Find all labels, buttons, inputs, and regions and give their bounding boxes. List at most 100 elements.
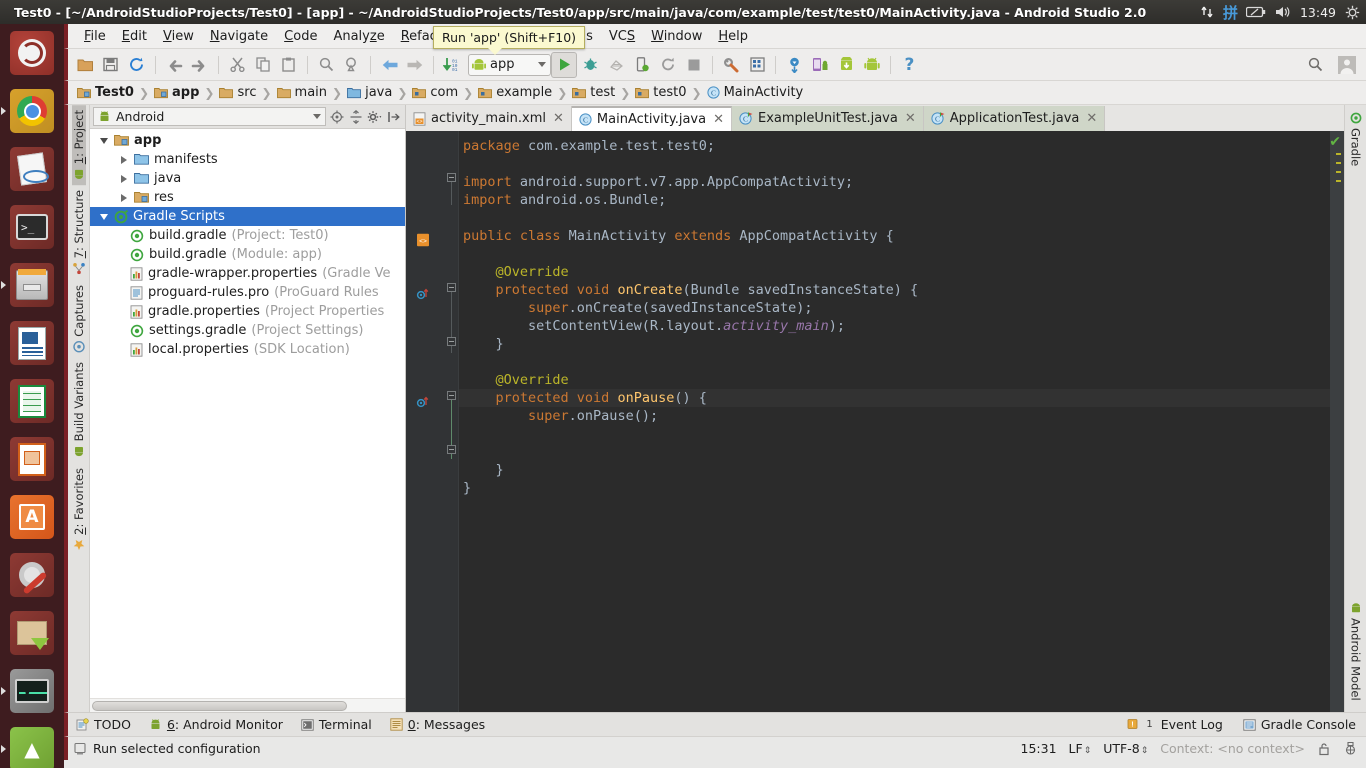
target-icon[interactable] [328, 107, 345, 126]
close-icon[interactable]: ✕ [1086, 111, 1097, 126]
warning-mark[interactable] [1336, 171, 1341, 173]
launcher-item-android-studio[interactable]: ▲ [0, 720, 64, 768]
launcher-item-terminal[interactable]: >_ [0, 198, 64, 256]
tool-window-android-monitor[interactable]: 6: Android Monitor [149, 717, 283, 732]
sdk-manager-icon[interactable] [718, 52, 744, 78]
tree-item-build-gradle-module[interactable]: build.gradle (Module: app) [90, 245, 405, 264]
breadcrumb-item-mainactivity[interactable]: C MainActivity [704, 85, 807, 100]
find-icon[interactable] [313, 52, 339, 78]
tool-window-favorites[interactable]: 2: Favorites [72, 463, 86, 556]
launcher-item-libreoffice-impress[interactable] [0, 430, 64, 488]
editor-tab-applicationtest-java[interactable]: C ApplicationTest.java ✕ [923, 106, 1106, 131]
editor-gutter[interactable]: <> [406, 131, 446, 712]
inspection-icon[interactable] [1343, 741, 1358, 756]
tool-window-captures[interactable]: Captures [72, 280, 86, 358]
tree-item-build-gradle-project[interactable]: build.gradle (Project: Test0) [90, 226, 405, 245]
launcher-item-libreoffice-writer[interactable] [0, 314, 64, 372]
network-icon[interactable] [1200, 5, 1214, 19]
breadcrumb-item-example[interactable]: example [475, 85, 555, 100]
menu-analyze[interactable]: Analyze [325, 27, 392, 46]
tool-window-build-variants[interactable]: Build Variants [72, 357, 86, 462]
chevron-down-icon[interactable] [538, 62, 547, 67]
close-icon[interactable]: ✕ [713, 112, 724, 127]
project-view-selector[interactable]: Android [93, 107, 326, 126]
tool-window-event-log[interactable]: ! 1 Event Log [1127, 717, 1223, 732]
line-separator[interactable]: LF⇕ [1069, 741, 1092, 756]
launcher-item-ubuntu-software[interactable]: A [0, 488, 64, 546]
fold-collapse-icon[interactable] [447, 391, 458, 402]
warning-mark[interactable] [1336, 153, 1341, 155]
breadcrumb-item-src[interactable]: src [216, 85, 259, 100]
layout-preview-icon[interactable]: <> [416, 233, 430, 247]
launcher-item-ubuntu-dash[interactable] [0, 24, 64, 82]
tree-item-settings-gradle[interactable]: settings.gradle (Project Settings) [90, 321, 405, 340]
close-icon[interactable]: ✕ [553, 111, 564, 126]
twisty-down-icon[interactable] [98, 137, 109, 144]
editor-fold-gutter[interactable] [446, 131, 459, 712]
fold-expand-icon[interactable] [447, 445, 458, 456]
override-method-icon[interactable] [416, 287, 430, 301]
collapse-all-icon[interactable] [347, 107, 364, 126]
launcher-item-system-settings[interactable] [0, 546, 64, 604]
menu-vcs[interactable]: VCS [601, 27, 643, 46]
tree-item-gradle-wrapper-properties[interactable]: gradle-wrapper.properties (Gradle Ve [90, 264, 405, 283]
hide-icon[interactable] [385, 107, 402, 126]
breadcrumb-item-com[interactable]: com [409, 85, 461, 100]
close-icon[interactable]: ✕ [905, 111, 916, 126]
lock-icon[interactable] [1317, 742, 1331, 756]
code-text[interactable]: package com.example.test.test0; import a… [459, 131, 1330, 712]
launcher-item-file-manager[interactable] [0, 256, 64, 314]
tool-window-project[interactable]: 1: Project [71, 105, 86, 186]
tree-item-java[interactable]: java [90, 169, 405, 188]
settings-gear-icon[interactable] [366, 107, 383, 126]
back-icon[interactable] [376, 52, 402, 78]
avd-manager-icon[interactable] [744, 52, 770, 78]
tree-item-gradle-properties[interactable]: gradle.properties (Project Properties [90, 302, 405, 321]
breadcrumb-item-test0[interactable]: test0 [632, 85, 689, 100]
override-method-icon[interactable] [416, 395, 430, 409]
tree-item-app[interactable]: app [90, 131, 405, 150]
volume-icon[interactable] [1275, 5, 1291, 19]
menu-file[interactable]: File [76, 27, 114, 46]
tool-window-gradle[interactable]: Gradle [1349, 107, 1363, 171]
context-indicator[interactable]: Context: <no context> [1160, 741, 1305, 756]
scrollbar-thumb[interactable] [92, 701, 347, 711]
tree-item-manifests[interactable]: manifests [90, 150, 405, 169]
help-icon[interactable]: ? [896, 52, 922, 78]
coverage-icon[interactable] [603, 52, 629, 78]
tree-item-res[interactable]: res [90, 188, 405, 207]
fold-expand-icon[interactable] [447, 337, 458, 348]
paste-icon[interactable] [276, 52, 302, 78]
launcher-item-libreoffice-calc[interactable] [0, 372, 64, 430]
launcher-item-software-updater[interactable] [0, 604, 64, 662]
launcher-item-files-search[interactable] [0, 140, 64, 198]
search-everywhere-icon[interactable] [1302, 52, 1328, 78]
avatar-icon[interactable] [1334, 52, 1360, 78]
caret-position[interactable]: 15:31 [1021, 741, 1057, 756]
save-all-icon[interactable] [98, 52, 124, 78]
menu-window[interactable]: Window [643, 27, 710, 46]
rerun-icon[interactable] [655, 52, 681, 78]
tool-window-gradle-console[interactable]: Gradle Console [1243, 717, 1356, 732]
warning-mark[interactable] [1336, 180, 1341, 182]
battery-icon[interactable] [1245, 6, 1266, 18]
open-folder-icon[interactable] [72, 52, 98, 78]
power-gear-icon[interactable] [1345, 5, 1360, 20]
run-button[interactable] [551, 51, 578, 78]
tool-window-structure[interactable]: 7: Structure [72, 185, 86, 279]
tree-item-proguard-rules[interactable]: proguard-rules.pro (ProGuard Rules [90, 283, 405, 302]
warning-mark[interactable] [1336, 162, 1341, 164]
launcher-item-google-chrome[interactable] [0, 82, 64, 140]
project-tree[interactable]: app manifests java res Gradle Scripts bu… [90, 129, 405, 698]
compile-icon[interactable]: 01 10 01 [439, 52, 465, 78]
editor-scrollbar[interactable]: ✔ [1329, 131, 1344, 712]
sdk-update-icon[interactable] [833, 52, 859, 78]
tree-item-local-properties[interactable]: local.properties (SDK Location) [90, 340, 405, 359]
undo-icon[interactable] [161, 52, 187, 78]
clock[interactable]: 13:49 [1300, 5, 1336, 20]
breadcrumb-item-test[interactable]: test [569, 85, 618, 100]
twisty-right-icon[interactable] [118, 193, 129, 202]
android-icon[interactable] [859, 52, 885, 78]
fold-collapse-icon[interactable] [447, 283, 458, 294]
menu-edit[interactable]: Edit [114, 27, 155, 46]
